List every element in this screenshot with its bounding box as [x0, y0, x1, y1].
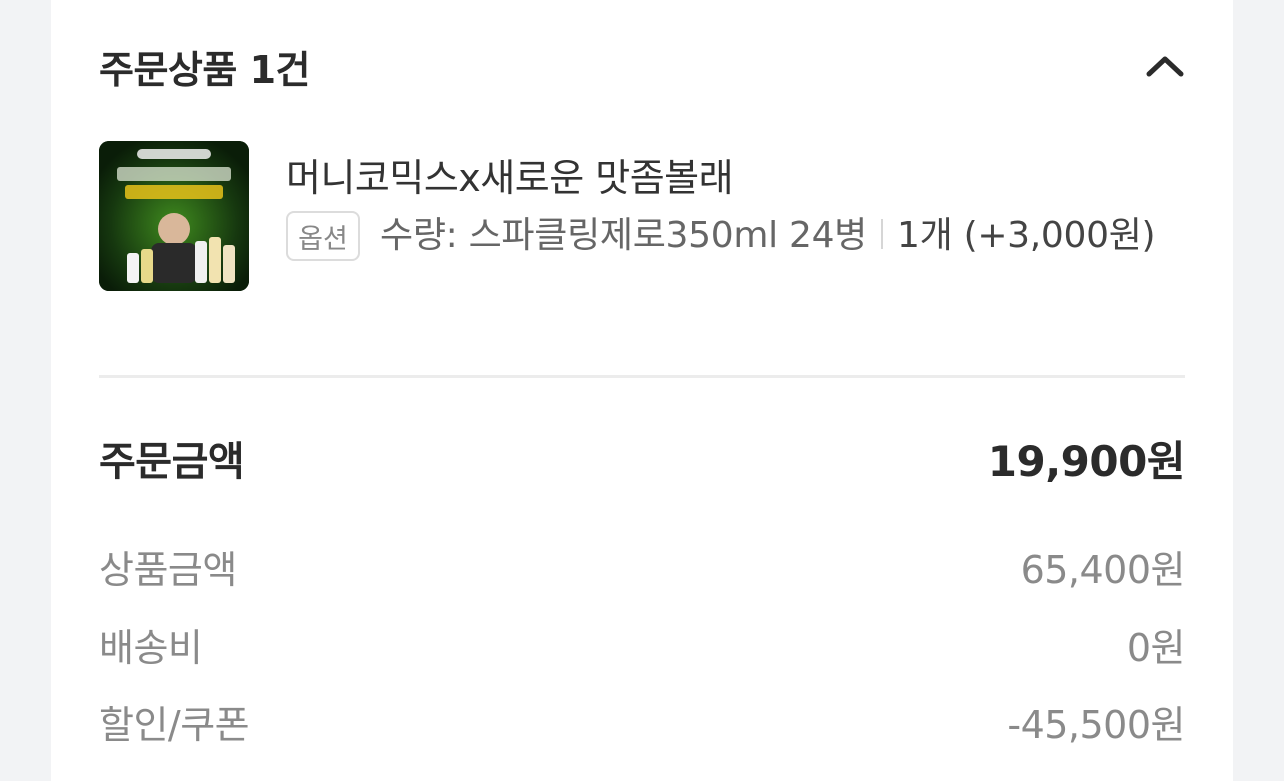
shipping-fee-value: 0원 — [1126, 625, 1186, 670]
order-total-row: 주문금액 19,900원 — [99, 426, 1186, 490]
order-summary-card: 주문상품 1건 머니코믹스x새로운 맛좀볼래 옵션 수량: 스파클링제로350m… — [51, 0, 1233, 781]
product-amount-label: 상품금액 — [99, 547, 237, 592]
option-text: 수량: 스파클링제로350ml 24병 — [380, 215, 867, 256]
shipping-fee-row: 배송비 0원 — [99, 616, 1186, 672]
order-total-label: 주문금액 — [99, 439, 245, 485]
order-items-title: 주문상품 1건 — [99, 47, 310, 92]
product-amount-value: 65,400원 — [1020, 547, 1186, 592]
order-total-value: 19,900원 — [987, 436, 1186, 486]
discount-coupon-row: 할인/쿠폰 -45,500원 — [99, 693, 1185, 749]
option-details: 수량: 스파클링제로350ml 24병 1개 (+3,000원) — [380, 205, 1180, 267]
shipping-fee-label: 배송비 — [99, 625, 203, 670]
option-quantity: 1개 (+3,000원) — [897, 215, 1156, 256]
section-divider — [99, 375, 1185, 378]
product-name[interactable]: 머니코믹스x새로운 맛좀볼래 — [286, 147, 734, 202]
product-amount-row: 상품금액 65,400원 — [99, 538, 1186, 594]
option-separator — [881, 219, 883, 249]
product-thumbnail[interactable] — [99, 141, 249, 291]
order-items-header[interactable]: 주문상품 1건 — [99, 36, 1185, 96]
product-item: 머니코믹스x새로운 맛좀볼래 옵션 수량: 스파클링제로350ml 24병 1개 … — [99, 141, 1185, 341]
option-badge: 옵션 — [286, 211, 360, 261]
discount-coupon-value: -45,500원 — [1007, 702, 1185, 747]
discount-coupon-label: 할인/쿠폰 — [99, 702, 250, 747]
chevron-up-icon[interactable] — [1145, 46, 1185, 86]
